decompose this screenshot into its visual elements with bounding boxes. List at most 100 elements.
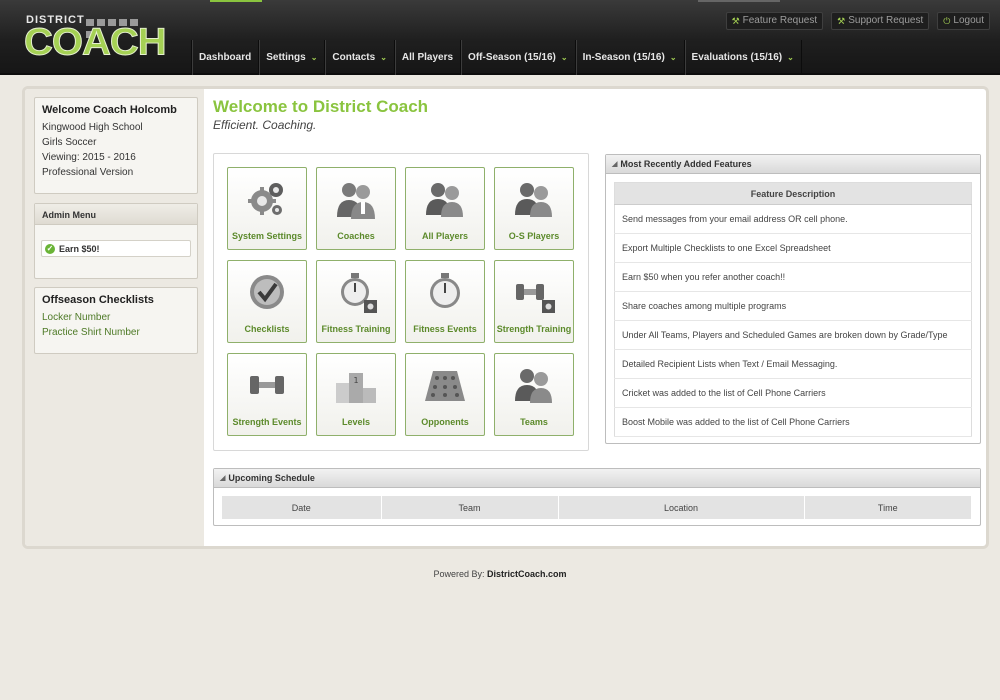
nav-settings[interactable]: Settings ⌄ [259,40,326,75]
admin-menu-heading: Admin Menu [35,204,197,225]
tile-strength-events[interactable]: Strength Events [227,353,307,436]
nav-evaluations[interactable]: Evaluations (15/16) ⌄ [685,40,802,75]
viewing-season: Viewing: 2015 - 2016 [42,152,136,163]
collapse-icon: ◢ [220,475,226,482]
wrench-icon: ⚒ [731,16,740,26]
feature-cell: Under All Teams, Players and Scheduled G… [614,320,972,350]
nav-off-season[interactable]: Off-Season (15/16) ⌄ [461,40,576,75]
tile-system-settings[interactable]: System Settings [227,167,307,250]
upcoming-schedule-box: ◢ Upcoming Schedule Date Team Location T… [213,468,981,526]
podium-icon: 1 [336,373,376,403]
chevron-down-icon: ⌄ [310,53,318,62]
tile-label: O-S Players [508,231,560,241]
field-icon [425,371,465,401]
logout-label: Logout [953,15,984,26]
nav-all-players[interactable]: All Players [395,40,462,75]
nav-label: Dashboard [199,52,252,63]
feature-cell: Boost Mobile was added to the list of Ce… [614,407,972,437]
column-header-location[interactable]: Location [558,496,805,519]
svg-text:1: 1 [353,376,358,385]
table-row: Send messages from your email address OR… [614,204,972,234]
feature-cell: Export Multiple Checklists to one Excel … [614,233,972,263]
recent-features-title: Most Recently Added Features [620,159,752,169]
district-coach-logo[interactable]: DISTRICT COACH [24,14,168,63]
nav-label: Settings [266,52,306,63]
column-header-team[interactable]: Team [381,496,559,519]
header-accent-secondary [698,0,780,2]
coaches-icon [337,183,375,219]
gears-icon [248,183,283,215]
feature-request-button[interactable]: ⚒ Feature Request [725,12,824,30]
checklist-link-locker-number[interactable]: Locker Number [42,310,190,325]
tile-label: Teams [520,417,548,427]
chevron-down-icon: ⌄ [669,53,677,62]
tile-label: Strength Training [496,324,572,334]
stopwatch-gear-icon [341,273,377,313]
nav-dashboard[interactable]: Dashboard [192,40,260,75]
players-icon [426,183,463,217]
tile-label: Opponents [421,417,469,427]
tile-fitness-training[interactable]: Fitness Training [316,260,396,343]
players-icon [515,183,552,217]
dumbbell-gear-icon [516,284,555,313]
checkmark-icon [250,275,284,309]
tile-label: All Players [421,231,469,241]
offseason-checklists-heading: Offseason Checklists [42,294,154,306]
table-row: Earn $50 when you refer another coach!! [614,262,972,292]
chevron-down-icon: ⌄ [560,53,568,62]
tile-levels[interactable]: 1 Levels [316,353,396,436]
page-tagline: Efficient. Coaching. [213,118,317,132]
table-row: Detailed Recipient Lists when Text / Ema… [614,349,972,379]
check-circle-icon: ✓ [45,243,55,254]
tile-coaches[interactable]: Coaches [316,167,396,250]
earn-50-label: Earn $50! [59,243,100,254]
tile-teams[interactable]: Teams [494,353,574,436]
app-header: DISTRICT COACH ⚒ Feature Request ⚒ Suppo… [0,0,1000,75]
tile-label: Fitness Events [413,324,477,334]
column-header-date[interactable]: Date [222,496,382,519]
tile-opponents[interactable]: Opponents [405,353,485,436]
column-header-time[interactable]: Time [804,496,972,519]
tile-all-players[interactable]: All Players [405,167,485,250]
tile-label: System Settings [231,231,303,241]
feature-cell: Detailed Recipient Lists when Text / Ema… [614,349,972,379]
feature-cell: Earn $50 when you refer another coach!! [614,262,972,292]
chevron-down-icon: ⌄ [787,53,794,62]
nav-label: Off-Season (15/16) [468,52,556,63]
logout-button[interactable]: ⏻ Logout [937,12,990,30]
nav-in-season[interactable]: In-Season (15/16) ⌄ [576,40,685,75]
sidebar: Welcome Coach Holcomb Kingwood High Scho… [25,89,204,546]
support-request-label: Support Request [848,15,924,26]
support-request-button[interactable]: ⚒ Support Request [831,12,930,30]
power-icon: ⏻ [943,16,951,26]
tile-fitness-events[interactable]: Fitness Events [405,260,485,343]
players-icon [515,369,552,403]
feature-description-header: Feature Description [614,182,972,205]
top-links: ⚒ Feature Request ⚒ Support Request ⏻ Lo… [725,12,990,30]
welcome-coach-heading: Welcome Coach Holcomb [42,104,177,116]
tile-checklists[interactable]: Checklists [227,260,307,343]
checklist-link-practice-shirt-number[interactable]: Practice Shirt Number [42,325,190,340]
footer: Powered By: DistrictCoach.com [0,569,1000,579]
feature-cell: Share coaches among multiple programs [614,291,972,321]
table-row: Share coaches among multiple programs [614,291,972,321]
table-row: Cricket was added to the list of Cell Ph… [614,378,972,408]
tile-strength-training[interactable]: Strength Training [494,260,574,343]
table-row: Under All Teams, Players and Scheduled G… [614,320,972,350]
dashboard-tiles: System Settings Coaches All Players O-S … [213,153,589,451]
collapse-icon: ◢ [612,161,618,168]
tile-os-players[interactable]: O-S Players [494,167,574,250]
main-panel: Welcome Coach Holcomb Kingwood High Scho… [22,86,989,549]
page-title: Welcome to District Coach [213,97,429,116]
tile-label: Levels [341,417,371,427]
recent-features-header[interactable]: ◢ Most Recently Added Features [606,155,980,174]
tile-label: Checklists [244,324,290,334]
feature-request-label: Feature Request [742,15,818,26]
admin-menu-box: Admin Menu ✓ Earn $50! [34,203,198,279]
earn-50-button[interactable]: ✓ Earn $50! [41,240,191,257]
footer-site-link[interactable]: DistrictCoach.com [487,569,567,579]
nav-contacts[interactable]: Contacts ⌄ [325,40,395,75]
upcoming-schedule-header[interactable]: ◢ Upcoming Schedule [214,469,980,488]
footer-prefix: Powered By: [433,569,485,579]
chevron-down-icon: ⌄ [380,53,387,62]
